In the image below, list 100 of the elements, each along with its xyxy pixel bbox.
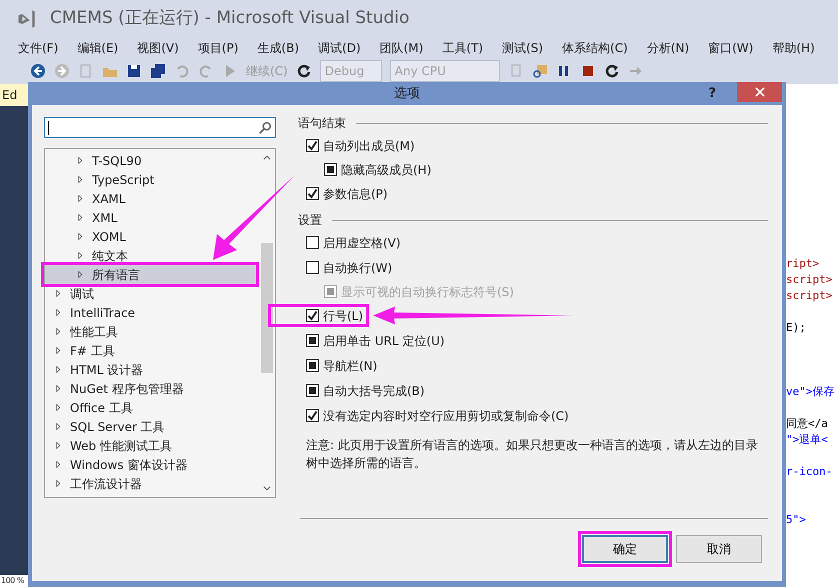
- checkbox[interactable]: [324, 163, 337, 176]
- checkbox[interactable]: [306, 187, 319, 200]
- tree-item[interactable]: 工作流设计器: [45, 474, 259, 493]
- tree-item[interactable]: 纯文本: [45, 246, 259, 265]
- checkbox[interactable]: [306, 359, 319, 372]
- tree-item[interactable]: HTML 设计器: [45, 360, 259, 379]
- checkbox[interactable]: [306, 309, 319, 322]
- logo-icon: [16, 9, 36, 29]
- checkbox-label[interactable]: 没有选定内容时对空行应用剪切或复制命令(C): [323, 406, 569, 424]
- menu-item[interactable]: 视图(V): [137, 39, 179, 57]
- save-all-icon[interactable]: [150, 63, 166, 79]
- expand-icon: [55, 422, 62, 431]
- check-mark-icon: [307, 410, 318, 421]
- close-icon: [754, 87, 764, 97]
- expand-icon: [77, 194, 84, 203]
- code-line: 同意</a: [786, 416, 829, 432]
- tree-item[interactable]: 调试: [45, 284, 259, 303]
- code-line: ve">保存: [786, 384, 836, 400]
- checkbox[interactable]: [306, 139, 319, 152]
- note-text: 注意: 此页用于设置所有语言的选项。如果只想更改一种语言的选项，请从左边的目录树中选择所需的语言。: [305, 437, 759, 472]
- checkbox-label[interactable]: 自动大括号完成(B): [323, 382, 425, 400]
- dialog-button[interactable]: 确定: [582, 535, 668, 563]
- tree-item[interactable]: T-SQL90: [45, 151, 259, 170]
- dialog-button[interactable]: 取消: [676, 535, 762, 563]
- search-icon: [258, 120, 272, 134]
- checkbox-label[interactable]: 行号(L): [323, 306, 364, 324]
- checkbox[interactable]: [306, 384, 319, 397]
- close-button[interactable]: [737, 82, 782, 102]
- expand-icon: [55, 365, 62, 374]
- code-line: ript>: [786, 256, 820, 272]
- checkbox-label[interactable]: 启用虚空格(V): [323, 234, 401, 252]
- menu-item[interactable]: 工具(T): [442, 39, 484, 57]
- tree-item[interactable]: XML: [45, 208, 259, 227]
- expand-icon: [55, 403, 62, 412]
- checkbox[interactable]: [306, 409, 319, 422]
- expand-icon: [77, 251, 84, 260]
- scroll-thumb[interactable]: [261, 243, 273, 373]
- checkbox[interactable]: [306, 236, 319, 249]
- group-heading: 设置: [298, 212, 322, 229]
- menu-item[interactable]: 帮助(H): [772, 39, 815, 57]
- checkbox-label[interactable]: 自动换行(W): [323, 258, 392, 276]
- menu-item[interactable]: 调试(D): [318, 39, 361, 57]
- menu-item[interactable]: 窗口(W): [708, 39, 754, 57]
- checkbox-label[interactable]: 隐藏高级成员(H): [341, 160, 432, 178]
- back-icon[interactable]: [30, 63, 46, 79]
- restart-icon[interactable]: [296, 63, 312, 79]
- checkbox[interactable]: [306, 334, 319, 347]
- save-icon[interactable]: [126, 63, 142, 79]
- expand-icon: [55, 289, 62, 298]
- checkbox-label[interactable]: 参数信息(P): [323, 184, 388, 202]
- check-mark-icon: [307, 310, 318, 321]
- checkbox-label[interactable]: 启用单击 URL 定位(U): [323, 332, 445, 350]
- checkbox-label[interactable]: 自动列出成员(M): [323, 136, 415, 154]
- code-line: script>: [786, 272, 834, 288]
- zoom-field[interactable]: 100 %: [0, 575, 28, 587]
- checkbox-label[interactable]: 导航栏(N): [323, 356, 378, 374]
- check-mark-icon: [307, 188, 318, 199]
- code-line: E);: [786, 320, 807, 336]
- tree-item[interactable]: SQL Server 工具: [45, 417, 259, 436]
- tree-item[interactable]: TypeScript: [45, 170, 259, 189]
- expand-icon: [77, 175, 84, 184]
- expand-icon: [77, 270, 84, 279]
- tree-item[interactable]: Windows 窗体设计器: [45, 455, 259, 474]
- check-mark-icon: [307, 140, 318, 151]
- tree-item[interactable]: Web 性能测试工具: [45, 436, 259, 455]
- tree-item[interactable]: 所有语言: [45, 265, 259, 284]
- expand-icon: [55, 384, 62, 393]
- menu-item[interactable]: 分析(N): [646, 39, 690, 57]
- expand-icon: [55, 460, 62, 469]
- expand-icon: [55, 479, 62, 488]
- tree-item[interactable]: XOML: [45, 227, 259, 246]
- group-heading: 语句结束: [298, 115, 346, 132]
- menu-item[interactable]: 编辑(E): [77, 39, 118, 57]
- search-field[interactable]: [44, 117, 276, 138]
- code-line: 5">: [786, 512, 807, 528]
- tree-item[interactable]: F# 工具: [45, 341, 259, 360]
- tree-item[interactable]: IntelliTrace: [45, 303, 259, 322]
- menu-item[interactable]: 团队(M): [380, 39, 424, 57]
- expand-icon: [55, 441, 62, 450]
- restart-icon[interactable]: [604, 63, 620, 79]
- menu-item[interactable]: 生成(B): [257, 39, 300, 57]
- expand-icon: [55, 346, 62, 355]
- tree-item[interactable]: 性能工具: [45, 322, 259, 341]
- code-line: script>: [786, 288, 834, 304]
- expand-icon: [77, 156, 84, 165]
- expand-icon: [55, 327, 62, 336]
- expand-icon: [55, 308, 62, 317]
- tree-item[interactable]: NuGet 程序包管理器: [45, 379, 259, 398]
- checkbox[interactable]: [306, 261, 319, 274]
- window-title: CMEMS (正在运行) - Microsoft Visual Studio: [50, 7, 410, 30]
- tree-item[interactable]: Office 工具: [45, 398, 259, 417]
- find-folder-icon[interactable]: [532, 63, 548, 79]
- code-line: r-icon-: [786, 464, 834, 480]
- help-button[interactable]: ?: [708, 84, 716, 104]
- menu-item[interactable]: 测试(S): [502, 39, 544, 57]
- menu-item[interactable]: 项目(P): [198, 39, 238, 57]
- menu-item[interactable]: 文件(F): [18, 39, 58, 57]
- editor-tab[interactable]: Ed: [0, 84, 28, 106]
- menu-item[interactable]: 体系结构(C): [562, 39, 628, 57]
- tree-item[interactable]: XAML: [45, 189, 259, 208]
